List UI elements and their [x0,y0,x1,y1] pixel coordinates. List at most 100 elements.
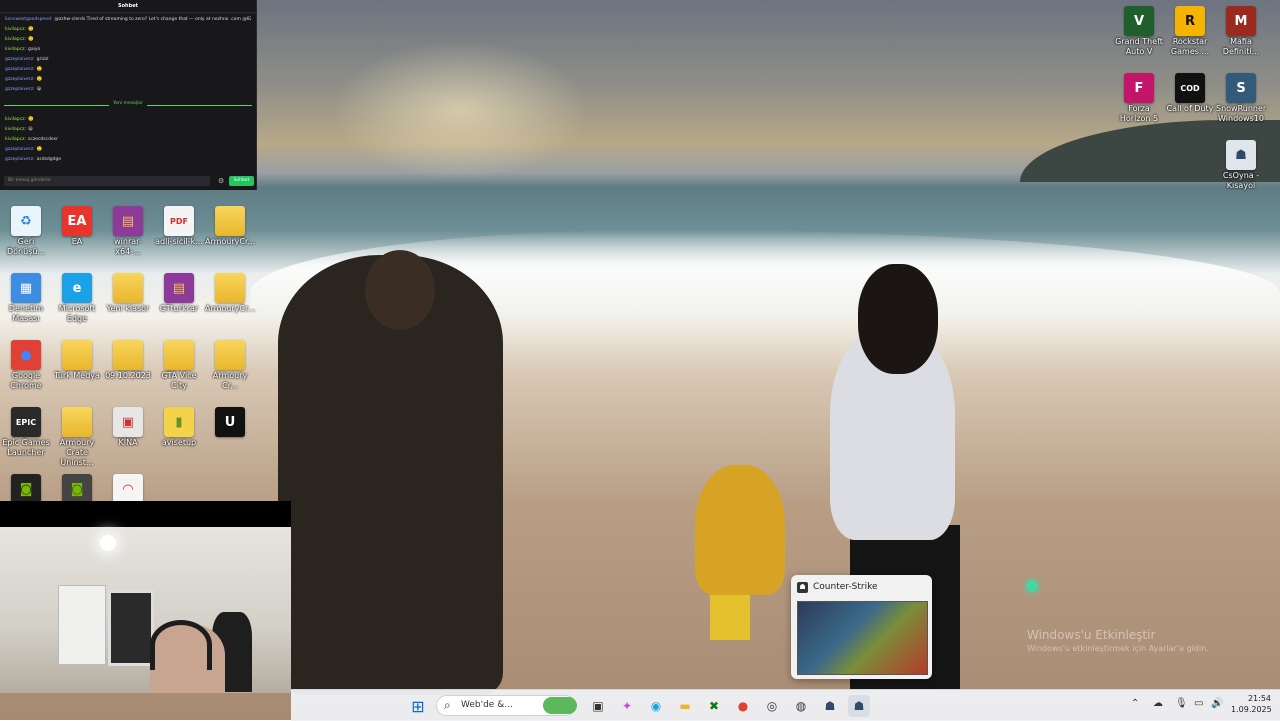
desktop-icon[interactable]: Armoury Cr... [205,340,255,391]
chat-username[interactable]: gzzeplaiverz: [5,67,35,72]
nvidia-icon: ◙ [11,474,41,504]
desktop-icon[interactable]: S SnowRunner Windows10 [1216,73,1266,124]
chat-panel: Sohbet lionswestgoodspeed: @zzhw-clerds T… [0,0,257,190]
chat-text: 🙂 [36,77,43,82]
chat-username[interactable]: lionswestgoodspeed: [5,17,52,22]
desktop-icon[interactable]: EA EA [52,206,102,247]
chat-username[interactable]: kivilapcz: [5,127,26,132]
chat-username[interactable]: kivilapcz: [5,47,26,52]
desktop-icon[interactable]: ArmouryCr... [205,273,255,314]
taskbar-search[interactable]: ⌕ Web'de &... [436,695,577,716]
folder-icon [62,340,92,370]
desktop-icon[interactable]: Yeni klasör [103,273,153,314]
desktop-icon-label: adli-sicil-k... [155,237,203,246]
activation-watermark-title: Windows'u Etkinleştir [1027,628,1156,642]
desktop-icon[interactable]: ▤ winrar-x64-... [103,206,153,257]
obs-icon[interactable]: ◎ [761,695,783,717]
counter-strike-taskbar-icon[interactable]: ☗ [819,695,841,717]
chat-input[interactable]: Bir mesaj gönderin [4,176,210,186]
desktop-icon[interactable]: V Grand Theft Auto V [1114,6,1164,57]
desktop-icon[interactable]: ArmouryCr... [205,206,255,247]
desktop-icon[interactable]: ▦ Denetim Masası [1,273,51,324]
desktop-icon[interactable]: ▮ avisetup [154,407,204,448]
desktop-icon[interactable]: ▣ KİNA [103,407,153,448]
copilot-icon[interactable]: ✦ [616,695,638,717]
chat-send-button[interactable]: Sohbet [229,176,254,186]
desktop-icon[interactable]: COD Call of Duty [1165,73,1215,114]
chat-username[interactable]: gzzeplaiverz: [5,77,35,82]
desktop-icon[interactable]: ☗ CsOyna - Kısayol [1216,140,1266,191]
desktop-icon-label: Geri Dönüşü... [6,237,46,256]
desktop-icon-label: SnowRunner Windows10 [1216,104,1267,123]
wallpaper-man-head [365,250,435,330]
desktop-icon[interactable]: M Mafia Definiti... [1216,6,1266,57]
start-button[interactable]: ⊞ [407,695,429,717]
desktop-icon-label: Call of Duty [1166,104,1214,113]
chat-message: kivilapcz: 🙂 [5,25,251,35]
app-taskbar-icon[interactable]: ◍ [790,695,812,717]
desktop-icon[interactable]: Türk Medya [52,340,102,381]
xbox-icon[interactable]: ✖ [703,695,725,717]
wallpaper-child [695,465,785,595]
cursor-highlight [1026,580,1038,592]
webcam-door [58,585,106,665]
search-icon: ⌕ [444,698,451,712]
tray-chevron-icon[interactable]: ⌃ [1131,698,1139,709]
desktop-icon-label: KİNA [118,438,138,447]
chat-username[interactable]: gzzeplaiverz: [5,147,35,152]
chat-message: gzzeplaiverz: 🙂 [5,65,251,75]
task-view-icon[interactable]: ▣ [587,695,609,717]
chat-message: kivilapcz: gaiyo [5,45,251,55]
clock-date: 1.09.2025 [1231,705,1272,714]
archive-folder-icon [215,206,245,236]
cod-icon: COD [1175,73,1205,103]
search-input[interactable]: Web'de &... [461,700,513,710]
counter-strike-active-icon[interactable]: ☗ [848,695,870,717]
webcam-headset [150,620,212,670]
desktop-icon[interactable]: ● Google Chrome [1,340,51,391]
chat-message: kivilapcz: 🙂 [5,35,251,45]
wallpaper-child-boots [710,595,750,640]
desktop-icon[interactable]: EPIC Epic Games Launcher [1,407,51,458]
gta-icon: V [1124,6,1154,36]
chat-messages: lionswestgoodspeed: @zzhw-clerds Tired of… [0,13,256,97]
chrome-icon: ● [11,340,41,370]
chat-username[interactable]: kivilapcz: [5,27,26,32]
chat-username[interactable]: kivilapcz: [5,37,26,42]
tray-mic-icon[interactable]: 🎙 [1175,698,1188,709]
chat-text: grizzi [36,57,49,62]
edge-taskbar-icon[interactable]: ◉ [645,695,667,717]
chat-settings-icon[interactable]: ⚙ [218,176,226,186]
archive-folder-icon [215,340,245,370]
desktop-icon-label: Grand Theft Auto V [1115,37,1163,56]
desktop-icon[interactable]: U [205,407,255,438]
chat-text: 🙂 [28,27,34,32]
chrome-taskbar-icon[interactable]: ● [732,695,754,717]
desktop-icon[interactable]: 09.10.2023 [103,340,153,381]
chat-username[interactable]: kivilapcz: [5,117,26,122]
desktop-icon[interactable]: GTA Vice City [154,340,204,391]
chat-username[interactable]: gzzeplaiverz: [5,157,35,162]
desktop-icon[interactable]: PDF adli-sicil-k... [154,206,204,247]
chat-username[interactable]: gzzeplaiverz: [5,87,35,92]
desktop-icon[interactable]: ♻ Geri Dönüşü... [1,206,51,257]
desktop-icon[interactable]: e Microsoft Edge [52,273,102,324]
desktop-icon[interactable]: ▤ GTturkrar [154,273,204,314]
chat-username[interactable]: kivilapcz: [5,137,26,142]
file-explorer-icon[interactable]: ▬ [674,695,696,717]
taskbar-clock[interactable]: 21:54 1.09.2025 [1231,693,1272,715]
desktop-icon[interactable]: F Forza Horizon 5 [1114,73,1164,124]
desktop-icon-label: ArmouryCr... [205,304,256,313]
pdf-icon: PDF [164,206,194,236]
desktop-icon[interactable]: Armoury Crate Uninst... [52,407,102,468]
tray-cloud-icon[interactable]: ☁ [1153,698,1163,709]
desktop-icon-label: Mafia Definiti... [1222,37,1260,56]
desktop-icon[interactable]: R Rockstar Games ... [1165,6,1215,57]
chat-message: gzzeplaiverz: grizzi [5,55,251,65]
chat-username[interactable]: gzzeplaiverz: [5,57,35,62]
tray-volume-icon[interactable]: 🔊 [1211,698,1223,709]
taskbar-thumbnail-preview[interactable]: ☗ Counter-Strike [791,575,932,679]
folder-icon [113,273,143,303]
chat-text: 😀 [36,87,42,92]
tray-display-icon[interactable]: ▭ [1194,698,1203,709]
